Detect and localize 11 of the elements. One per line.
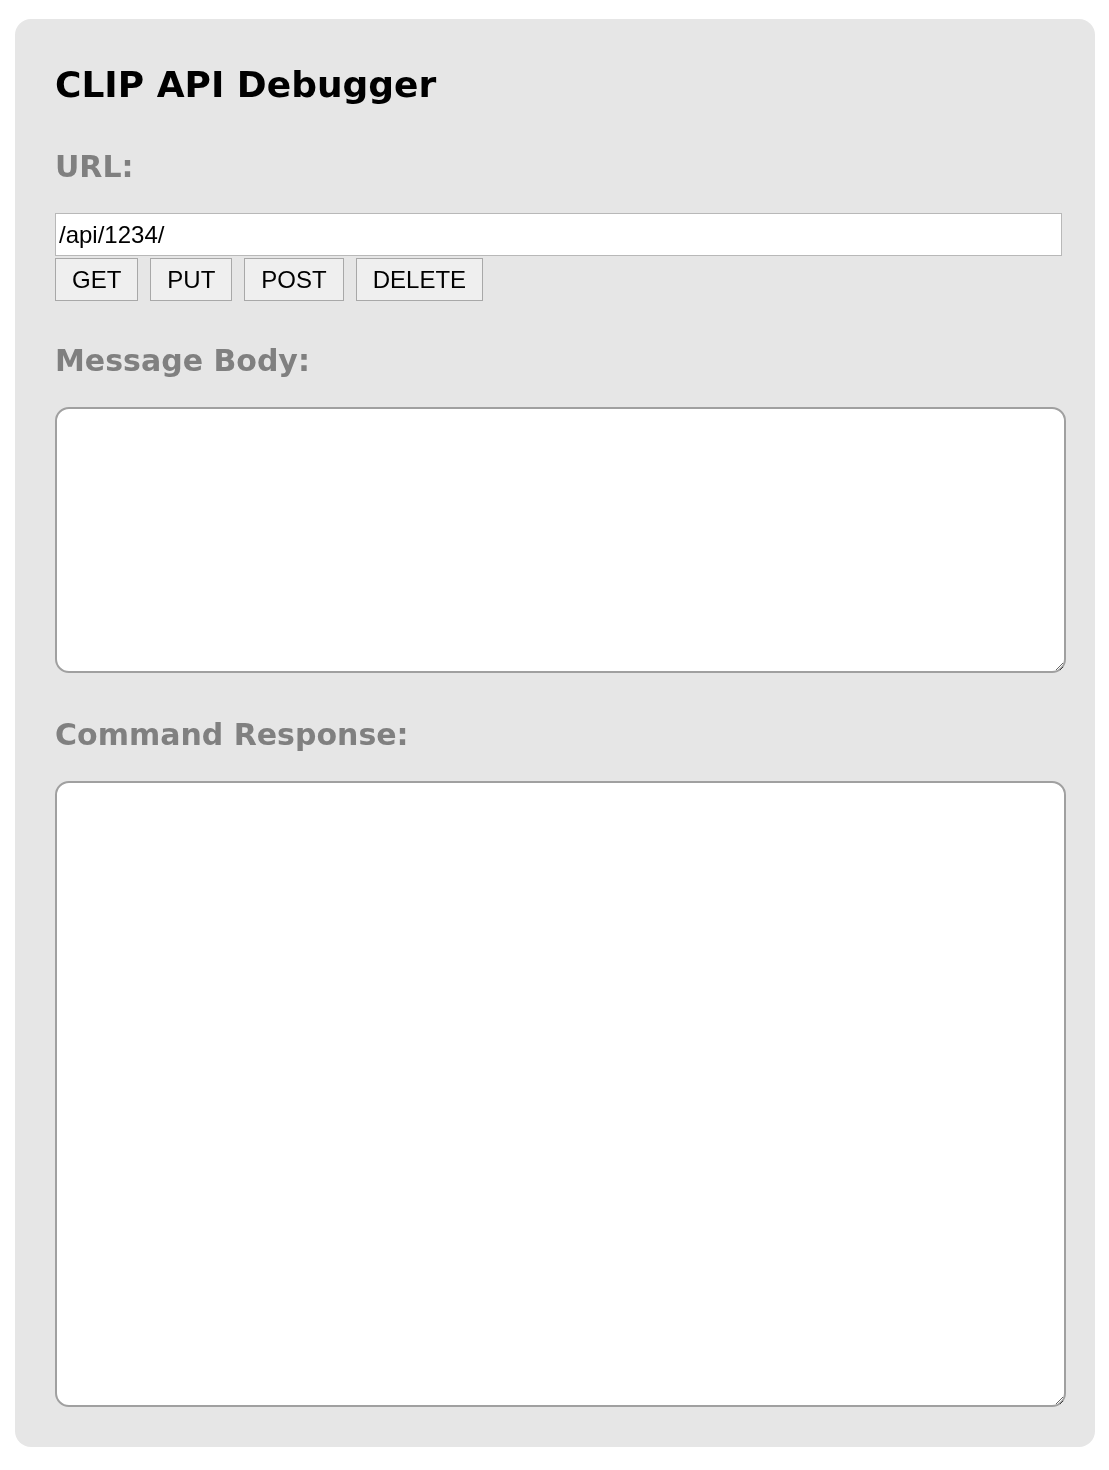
command-response-field[interactable] xyxy=(55,781,1066,1407)
command-response-label: Command Response: xyxy=(55,716,410,754)
message-body-label: Message Body: xyxy=(55,342,311,380)
page-title: CLIP API Debugger xyxy=(55,63,438,107)
message-body-field[interactable] xyxy=(55,407,1066,673)
url-label: URL: xyxy=(55,148,135,186)
method-button[interactable]: GET xyxy=(55,258,139,301)
method-button[interactable]: POST xyxy=(244,258,344,301)
method-button[interactable]: PUT xyxy=(150,258,233,301)
method-button[interactable]: DELETE xyxy=(355,258,484,301)
url-field[interactable]: /api/1234/ xyxy=(55,213,1062,256)
